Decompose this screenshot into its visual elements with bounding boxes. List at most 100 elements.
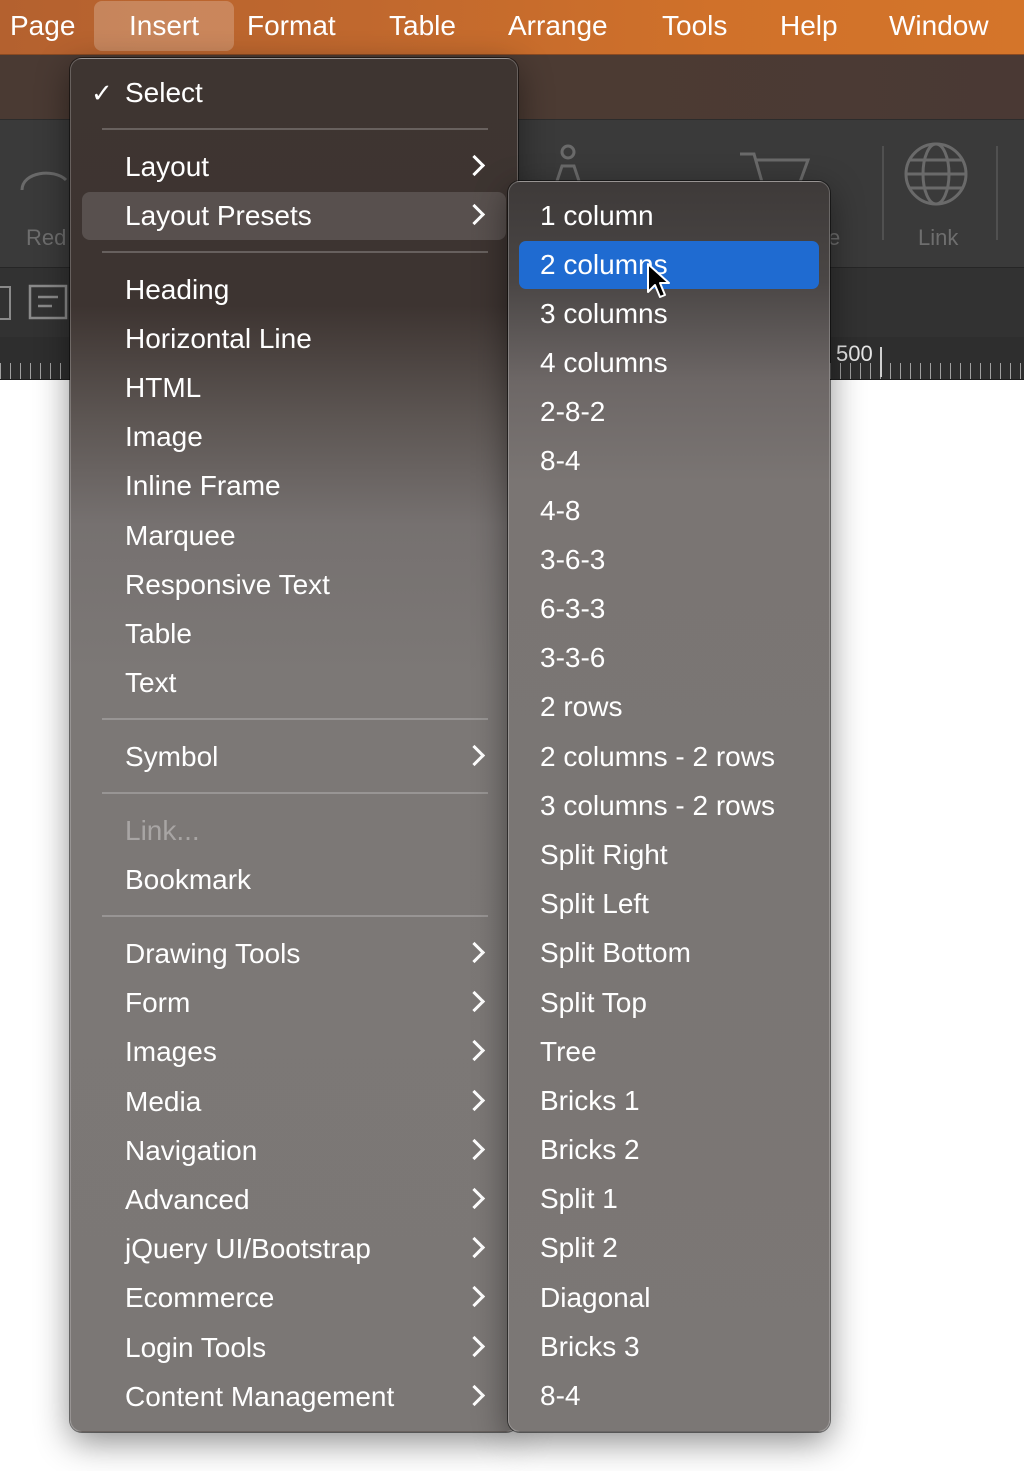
menu-item-advanced[interactable]: Advanced xyxy=(71,1177,517,1223)
chevron-right-icon xyxy=(463,1089,486,1112)
preset-split-2[interactable]: Split 2 xyxy=(540,1225,820,1271)
text-block-icon[interactable] xyxy=(28,284,68,320)
chevron-right-icon xyxy=(463,154,486,177)
menu-table[interactable]: Table xyxy=(389,0,456,52)
chevron-right-icon xyxy=(463,941,486,964)
chevron-right-icon xyxy=(463,1187,486,1210)
chevron-right-icon xyxy=(463,1335,486,1358)
preset-4-8[interactable]: 4-8 xyxy=(540,488,820,534)
menu-item-select[interactable]: ✓ Select xyxy=(71,70,517,116)
menu-separator xyxy=(102,718,488,720)
menu-item-layout-presets[interactable]: Layout Presets xyxy=(71,193,517,239)
preset-split-left[interactable]: Split Left xyxy=(540,881,820,927)
menu-item-label: Symbol xyxy=(125,741,219,772)
link-label: Link xyxy=(918,225,959,250)
menu-item-inline-frame[interactable]: Inline Frame xyxy=(125,463,485,509)
preset-bricks-3[interactable]: Bricks 3 xyxy=(540,1324,820,1370)
menu-item-symbol[interactable]: Symbol xyxy=(71,734,517,780)
document-icon[interactable] xyxy=(0,286,14,320)
menu-item-image[interactable]: Image xyxy=(125,414,485,460)
toolbar-divider xyxy=(882,146,884,240)
menu-item-html[interactable]: HTML xyxy=(125,365,485,411)
chevron-right-icon xyxy=(463,1236,486,1259)
preset-4-columns[interactable]: 4 columns xyxy=(540,340,820,386)
menu-item-jquery-ui-bootstrap[interactable]: jQuery UI/Bootstrap xyxy=(71,1226,517,1272)
menu-item-label: Advanced xyxy=(125,1184,250,1215)
preset-3-columns-2-rows[interactable]: 3 columns - 2 rows xyxy=(540,783,820,829)
preset-1-column[interactable]: 1 column xyxy=(540,193,820,239)
preset-diagonal[interactable]: Diagonal xyxy=(540,1275,820,1321)
menu-item-label: jQuery UI/Bootstrap xyxy=(125,1233,371,1264)
preset-2-columns[interactable]: 2 columns xyxy=(540,242,820,288)
menu-insert[interactable]: Insert xyxy=(94,1,234,51)
menu-item-label: Login Tools xyxy=(125,1332,267,1363)
layout-presets-submenu: 1 column 2 columns 3 columns 4 columns 2… xyxy=(508,181,830,1432)
checkmark-icon: ✓ xyxy=(91,78,113,108)
menu-item-label: Drawing Tools xyxy=(125,938,301,969)
menu-help[interactable]: Help xyxy=(780,0,838,52)
menu-tools[interactable]: Tools xyxy=(662,0,727,52)
menu-item-drawing-tools[interactable]: Drawing Tools xyxy=(71,931,517,977)
mouse-pointer-icon xyxy=(647,263,670,298)
preset-2-rows[interactable]: 2 rows xyxy=(540,684,820,730)
preset-split-bottom[interactable]: Split Bottom xyxy=(540,930,820,976)
menu-item-content-management[interactable]: Content Management xyxy=(71,1374,517,1420)
menu-item-layout[interactable]: Layout xyxy=(71,144,517,190)
preset-3-3-6[interactable]: 3-3-6 xyxy=(540,635,820,681)
ruler-label: 500 xyxy=(836,341,873,366)
menu-item-navigation[interactable]: Navigation xyxy=(71,1128,517,1174)
menu-item-media[interactable]: Media xyxy=(71,1079,517,1125)
menu-item-label: Layout xyxy=(125,151,210,182)
chevron-right-icon xyxy=(463,203,486,226)
menu-item-label: Form xyxy=(125,987,191,1018)
chevron-right-icon xyxy=(463,1138,486,1161)
chevron-right-icon xyxy=(463,990,486,1013)
menu-item-bookmark[interactable]: Bookmark xyxy=(125,857,485,903)
preset-bricks-1[interactable]: Bricks 1 xyxy=(540,1078,820,1124)
menu-format[interactable]: Format xyxy=(247,0,336,52)
preset-split-top[interactable]: Split Top xyxy=(540,980,820,1026)
menu-item-heading[interactable]: Heading xyxy=(125,267,485,313)
preset-8-4[interactable]: 8-4 xyxy=(540,438,820,484)
menu-item-horizontal-line[interactable]: Horizontal Line xyxy=(125,316,485,362)
chevron-right-icon xyxy=(463,744,486,767)
menu-item-table[interactable]: Table xyxy=(125,611,485,657)
menu-item-label: Content Management xyxy=(125,1381,395,1412)
preset-8-4-alt[interactable]: 8-4 xyxy=(540,1373,820,1419)
menu-separator xyxy=(102,915,488,917)
preset-2-8-2[interactable]: 2-8-2 xyxy=(540,389,820,435)
preset-split-1[interactable]: Split 1 xyxy=(540,1176,820,1222)
menu-item-form[interactable]: Form xyxy=(71,980,517,1026)
menu-page[interactable]: Page xyxy=(10,0,75,52)
menu-item-text[interactable]: Text xyxy=(125,660,485,706)
insert-menu: ✓ Select Layout Layout Presets Heading H… xyxy=(70,58,518,1432)
menu-window[interactable]: Window xyxy=(889,0,989,52)
menu-item-images[interactable]: Images xyxy=(71,1029,517,1075)
menu-separator xyxy=(102,128,488,130)
menu-item-login-tools[interactable]: Login Tools xyxy=(71,1325,517,1371)
menu-item-marquee[interactable]: Marquee xyxy=(125,513,485,559)
chevron-right-icon xyxy=(463,1039,486,1062)
menu-item-ecommerce[interactable]: Ecommerce xyxy=(71,1275,517,1321)
redo-icon[interactable] xyxy=(14,150,74,210)
menu-item-label: Media xyxy=(125,1086,202,1117)
menu-item-label: Navigation xyxy=(125,1135,258,1166)
preset-tree[interactable]: Tree xyxy=(540,1029,820,1075)
preset-3-columns[interactable]: 3 columns xyxy=(540,291,820,337)
redo-label: Red xyxy=(26,225,67,250)
globe-link-icon[interactable] xyxy=(902,140,978,216)
preset-6-3-3[interactable]: 6-3-3 xyxy=(540,586,820,632)
menu-item-label: Select xyxy=(125,77,203,108)
menu-item-label: Images xyxy=(125,1036,217,1067)
menu-separator xyxy=(102,792,488,794)
menu-item-responsive-text[interactable]: Responsive Text xyxy=(125,562,485,608)
toolbar-divider xyxy=(996,146,998,240)
chevron-right-icon xyxy=(463,1285,486,1308)
preset-2-columns-2-rows[interactable]: 2 columns - 2 rows xyxy=(540,734,820,780)
chevron-right-icon xyxy=(463,1384,486,1407)
preset-bricks-2[interactable]: Bricks 2 xyxy=(540,1127,820,1173)
ruler-major-tick xyxy=(880,347,882,377)
preset-3-6-3[interactable]: 3-6-3 xyxy=(540,537,820,583)
menu-arrange[interactable]: Arrange xyxy=(508,0,608,52)
preset-split-right[interactable]: Split Right xyxy=(540,832,820,878)
